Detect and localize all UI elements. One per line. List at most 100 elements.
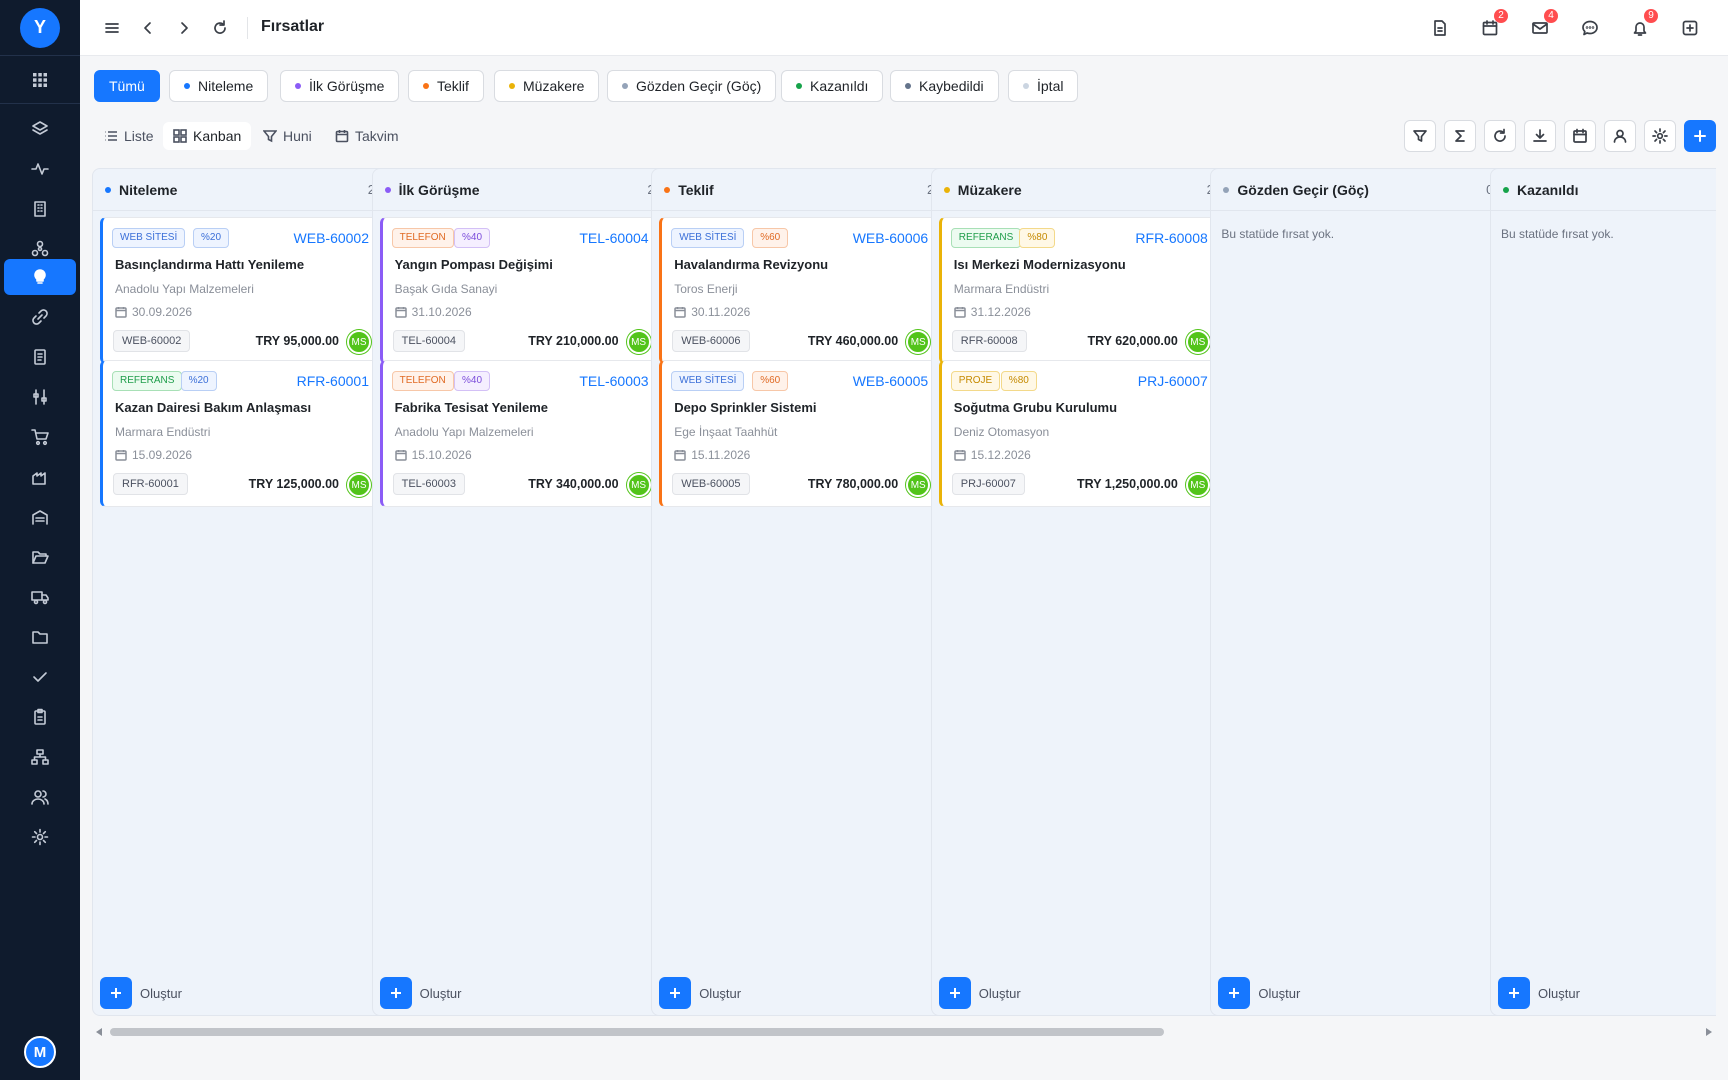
truck-icon[interactable] — [4, 577, 76, 617]
bell-icon[interactable]: 9 — [1626, 9, 1658, 42]
header-divider — [247, 17, 248, 39]
calendar-icon[interactable]: 2 — [1476, 9, 1508, 42]
opportunity-amount: TRY 620,000.00 — [1087, 334, 1178, 348]
folder-open-icon[interactable] — [4, 537, 76, 577]
view-tab-calendar[interactable]: Takvim — [325, 122, 409, 150]
owner-avatar[interactable]: MS — [906, 330, 931, 354]
filter-all[interactable]: Tümü — [94, 70, 160, 102]
opportunity-card[interactable]: WEB SİTESİ %60 WEB-60006 Havalandırma Reviz… — [659, 217, 940, 364]
bottom-user-avatar[interactable]: M — [24, 1036, 56, 1068]
create-opportunity-button[interactable]: Oluştur — [659, 977, 741, 1009]
calendar-button[interactable] — [1564, 120, 1596, 152]
status-dot — [423, 83, 429, 89]
add-button[interactable] — [1684, 120, 1716, 152]
filter-gozden-gecir[interactable]: Gözden Geçir (Göç) — [607, 70, 777, 102]
document-icon[interactable] — [4, 337, 76, 377]
opportunities-icon[interactable] — [4, 259, 76, 295]
clipboard-icon[interactable] — [4, 697, 76, 737]
tools-icon[interactable] — [4, 377, 76, 417]
owner-avatar[interactable]: MS — [1185, 330, 1210, 354]
opportunity-code-link[interactable]: WEB-60006 — [853, 230, 928, 246]
settings-button[interactable] — [1644, 120, 1676, 152]
opportunity-card[interactable]: PROJE %80 PRJ-60007 Soğutma Grubu Kurulumu D… — [938, 360, 1219, 507]
owner-avatar[interactable]: MS — [906, 473, 931, 497]
create-opportunity-button[interactable]: Oluştur — [1498, 977, 1580, 1009]
filter-ilk-gorusme[interactable]: İlk Görüşme — [280, 70, 400, 102]
opportunity-card[interactable]: WEB SİTESİ %60 WEB-60005 Depo Sprinkler Sis… — [659, 360, 940, 507]
opportunity-code-link[interactable]: WEB-60005 — [853, 373, 928, 389]
view-tab-kanban[interactable]: Kanban — [163, 122, 252, 150]
opportunity-code-link[interactable]: PRJ-60007 — [1138, 373, 1208, 389]
filter-teklif[interactable]: Teklif — [408, 70, 484, 102]
filter-iptal[interactable]: İptal — [1008, 70, 1079, 102]
warehouse-icon[interactable] — [4, 497, 76, 537]
document-icon[interactable] — [1426, 14, 1454, 42]
check-icon[interactable] — [4, 657, 76, 697]
factory-icon[interactable] — [4, 457, 76, 497]
opportunity-card[interactable]: TELEFON %40 TEL-60004 Yangın Pompası Değişi… — [379, 217, 660, 364]
owner-avatar[interactable]: MS — [347, 473, 371, 497]
settings-icon[interactable] — [4, 817, 76, 857]
create-opportunity-button[interactable]: Oluştur — [100, 977, 182, 1009]
refresh-icon[interactable] — [206, 14, 234, 42]
probability-tag: %80 — [1000, 371, 1037, 391]
owner-filter-button[interactable] — [1604, 120, 1636, 152]
opportunity-card[interactable]: REFERANS %20 RFR-60001 Kazan Dairesi Bakım … — [100, 360, 380, 507]
building-icon[interactable] — [4, 189, 76, 229]
scroll-left-arrow-icon[interactable] — [96, 1028, 102, 1036]
activity-icon[interactable] — [4, 149, 76, 189]
sum-button[interactable] — [1444, 120, 1476, 152]
opportunity-card[interactable]: TELEFON %40 TEL-60003 Fabrika Tesisat Yenil… — [379, 360, 660, 507]
close-date: 15.10.2026 — [394, 448, 472, 462]
reference-badge: TEL-60003 — [392, 473, 466, 495]
owner-avatar[interactable]: MS — [626, 473, 651, 497]
owner-avatar[interactable]: MS — [626, 330, 651, 354]
opportunity-code-link[interactable]: TEL-60003 — [579, 373, 648, 389]
opportunity-code-link[interactable]: RFR-60001 — [297, 373, 369, 389]
back-icon[interactable] — [134, 14, 162, 42]
status-dot — [622, 83, 628, 89]
link-icon[interactable] — [4, 297, 76, 337]
probability-tag: %40 — [453, 228, 490, 248]
scroll-right-arrow-icon[interactable] — [1706, 1028, 1712, 1036]
mail-icon[interactable]: 4 — [1526, 9, 1558, 42]
folder-icon[interactable] — [4, 617, 76, 657]
scrollbar-thumb[interactable] — [110, 1028, 1164, 1036]
hierarchy-icon[interactable] — [4, 737, 76, 777]
refresh-button[interactable] — [1484, 120, 1516, 152]
user-avatar[interactable]: Y — [20, 7, 60, 48]
kanban-column: Kazanıldı Bu statüde fırsat yok. Oluştur — [1490, 168, 1716, 1016]
opportunity-card[interactable]: REFERANS %80 RFR-60008 Isı Merkezi Moderniz… — [938, 217, 1219, 364]
forward-icon[interactable] — [170, 14, 198, 42]
chat-icon[interactable] — [1576, 14, 1604, 42]
status-dot — [664, 186, 671, 193]
filter-kaybedildi[interactable]: Kaybedildi — [890, 70, 999, 102]
company-name: Anadolu Yapı Malzemeleri — [394, 425, 534, 439]
owner-avatar[interactable]: MS — [347, 330, 371, 354]
create-opportunity-button[interactable]: Oluştur — [1218, 977, 1300, 1009]
board-scrollbar[interactable] — [92, 1024, 1716, 1040]
layers-icon[interactable] — [4, 109, 76, 149]
filter-button[interactable] — [1404, 120, 1436, 152]
opportunity-code-link[interactable]: WEB-60002 — [294, 230, 369, 246]
source-tag: TELEFON — [391, 371, 454, 391]
owner-avatar[interactable]: MS — [1185, 473, 1210, 497]
opportunity-code-link[interactable]: RFR-60008 — [1135, 230, 1207, 246]
menu-icon[interactable] — [98, 14, 126, 42]
opportunity-code-link[interactable]: TEL-60004 — [579, 230, 648, 246]
users-icon[interactable] — [4, 777, 76, 817]
create-opportunity-button[interactable]: Oluştur — [938, 977, 1021, 1009]
cart-icon[interactable] — [4, 417, 76, 457]
add-square-icon[interactable] — [1676, 14, 1704, 42]
filter-kazanildi[interactable]: Kazanıldı — [781, 70, 884, 102]
filter-muzakere[interactable]: Müzakere — [494, 70, 600, 102]
filter-niteleme[interactable]: Niteleme — [169, 70, 269, 102]
create-opportunity-button[interactable]: Oluştur — [379, 977, 462, 1009]
apps-icon[interactable] — [4, 60, 76, 100]
calendar-icon — [954, 450, 966, 461]
plus-icon — [100, 977, 132, 1009]
opportunity-card[interactable]: WEB SİTESİ %20 WEB-60002 Basınçlandırma Hat… — [100, 217, 380, 364]
view-tab-funnel[interactable]: Huni — [253, 122, 322, 150]
view-tab-list[interactable]: Liste — [94, 122, 164, 150]
download-button[interactable] — [1524, 120, 1556, 152]
